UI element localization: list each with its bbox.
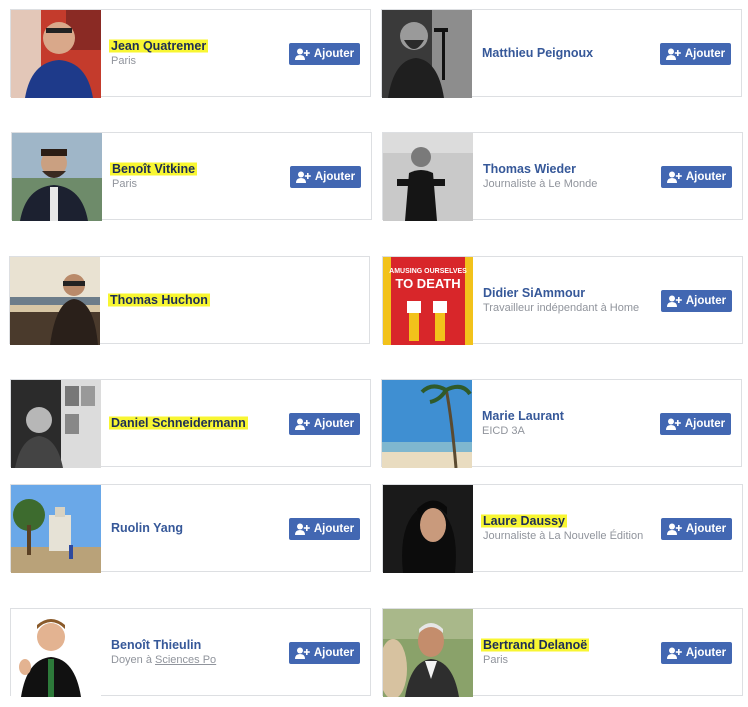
add-friend-button[interactable]: Ajouter bbox=[661, 518, 732, 540]
add-friend-icon bbox=[666, 523, 682, 535]
add-friend-icon bbox=[666, 171, 682, 183]
suggestion-card: Jean Quatremer Paris Ajouter bbox=[10, 9, 371, 98]
add-button-label: Ajouter bbox=[313, 48, 355, 60]
suggestion-name[interactable]: Thomas Huchon bbox=[108, 292, 210, 308]
suggestion-name[interactable]: Didier SiAmmour bbox=[481, 285, 587, 301]
suggestion-subtitle: EICD 3A bbox=[482, 425, 525, 437]
suggestion-card: Benoît Thieulin Doyen à Sciences Po Ajou… bbox=[10, 608, 371, 697]
add-friend-icon bbox=[294, 48, 310, 60]
add-button-label: Ajouter bbox=[314, 171, 356, 183]
add-friend-button[interactable]: Ajouter bbox=[289, 642, 360, 664]
book-title-line2: TO DEATH bbox=[395, 276, 460, 291]
profile-photo[interactable] bbox=[382, 380, 472, 468]
subtitle-prefix: Doyen à bbox=[111, 654, 156, 666]
add-button-label: Ajouter bbox=[313, 418, 355, 430]
add-button-label: Ajouter bbox=[685, 523, 727, 535]
add-friend-icon bbox=[666, 295, 682, 307]
suggestion-name[interactable]: Ruolin Yang bbox=[109, 520, 185, 536]
add-button-label: Ajouter bbox=[685, 295, 727, 307]
suggestion-subtitle: Journaliste à La Nouvelle Édition bbox=[483, 530, 644, 542]
add-friend-button[interactable]: Ajouter bbox=[660, 43, 731, 65]
add-friend-icon bbox=[666, 647, 682, 659]
suggestion-name[interactable]: Marie Laurant bbox=[480, 408, 566, 424]
profile-photo[interactable] bbox=[383, 485, 473, 573]
add-friend-icon bbox=[294, 647, 310, 659]
profile-photo[interactable] bbox=[383, 133, 473, 221]
profile-photo[interactable] bbox=[11, 609, 101, 697]
suggestion-name[interactable]: Bertrand Delanoë bbox=[481, 637, 590, 653]
add-friend-button[interactable]: Ajouter bbox=[290, 166, 361, 188]
add-friend-icon bbox=[295, 171, 311, 183]
suggestion-subtitle: Paris bbox=[483, 654, 509, 666]
profile-photo[interactable] bbox=[12, 133, 102, 221]
suggestion-name[interactable]: Benoît Vitkine bbox=[110, 161, 198, 177]
suggestion-subtitle: Paris bbox=[111, 55, 137, 67]
suggestion-subtitle: Travailleur indépendant à Home bbox=[483, 302, 640, 314]
suggestion-card: Ruolin Yang Ajouter bbox=[10, 484, 371, 573]
profile-photo[interactable] bbox=[382, 10, 472, 98]
add-button-label: Ajouter bbox=[684, 418, 726, 430]
book-title-line1: AMUSING OURSELVES bbox=[389, 268, 467, 275]
add-friend-icon bbox=[665, 48, 681, 60]
add-friend-button[interactable]: Ajouter bbox=[661, 166, 732, 188]
add-button-label: Ajouter bbox=[684, 48, 726, 60]
suggestion-name[interactable]: Laure Daussy bbox=[481, 513, 567, 529]
add-button-label: Ajouter bbox=[685, 171, 727, 183]
add-friend-icon bbox=[665, 418, 681, 430]
suggestion-card: AMUSING OURSELVES TO DEATH Didier SiAmmou… bbox=[382, 256, 743, 345]
add-button-label: Ajouter bbox=[685, 647, 727, 659]
suggestion-name[interactable]: Jean Quatremer bbox=[109, 38, 209, 54]
suggestion-card: Matthieu Peignoux Ajouter bbox=[381, 9, 742, 98]
suggestion-subtitle: Journaliste à Le Monde bbox=[483, 178, 598, 190]
suggestion-card: Thomas Wieder Journaliste à Le Monde Ajo… bbox=[382, 132, 743, 221]
profile-photo[interactable] bbox=[11, 380, 101, 468]
add-button-label: Ajouter bbox=[313, 523, 355, 535]
add-friend-button[interactable]: Ajouter bbox=[661, 642, 732, 664]
profile-photo[interactable] bbox=[383, 609, 473, 697]
profile-photo[interactable]: AMUSING OURSELVES TO DEATH bbox=[383, 257, 473, 345]
add-friend-button[interactable]: Ajouter bbox=[660, 413, 731, 435]
add-button-label: Ajouter bbox=[313, 647, 355, 659]
suggestion-card: Laure Daussy Journaliste à La Nouvelle É… bbox=[382, 484, 743, 573]
suggestion-card: Marie Laurant EICD 3A Ajouter bbox=[381, 379, 742, 468]
suggestion-subtitle: Doyen à Sciences Po bbox=[111, 653, 250, 667]
sciences-po-link[interactable]: Sciences Po bbox=[155, 654, 216, 666]
suggestion-card: Daniel Schneidermann Ajouter bbox=[10, 379, 371, 468]
add-friend-icon bbox=[294, 418, 310, 430]
suggestion-name[interactable]: Thomas Wieder bbox=[481, 161, 578, 177]
suggestion-subtitle: Paris bbox=[112, 178, 138, 190]
add-friend-button[interactable]: Ajouter bbox=[289, 413, 360, 435]
add-friend-button[interactable]: Ajouter bbox=[289, 43, 360, 65]
suggestion-name[interactable]: Benoît Thieulin bbox=[109, 637, 203, 653]
add-friend-button[interactable]: Ajouter bbox=[661, 290, 732, 312]
add-friend-icon bbox=[294, 523, 310, 535]
profile-photo[interactable] bbox=[11, 10, 101, 98]
add-friend-button[interactable]: Ajouter bbox=[289, 518, 360, 540]
suggestion-card: Thomas Huchon bbox=[9, 256, 370, 345]
suggestion-name[interactable]: Matthieu Peignoux bbox=[480, 45, 595, 61]
suggestion-card: Benoît Vitkine Paris Ajouter bbox=[11, 132, 372, 221]
suggestion-card: Bertrand Delanoë Paris Ajouter bbox=[382, 608, 743, 697]
profile-photo[interactable] bbox=[10, 257, 100, 345]
suggestion-name[interactable]: Daniel Schneidermann bbox=[109, 415, 248, 431]
profile-photo[interactable] bbox=[11, 485, 101, 573]
